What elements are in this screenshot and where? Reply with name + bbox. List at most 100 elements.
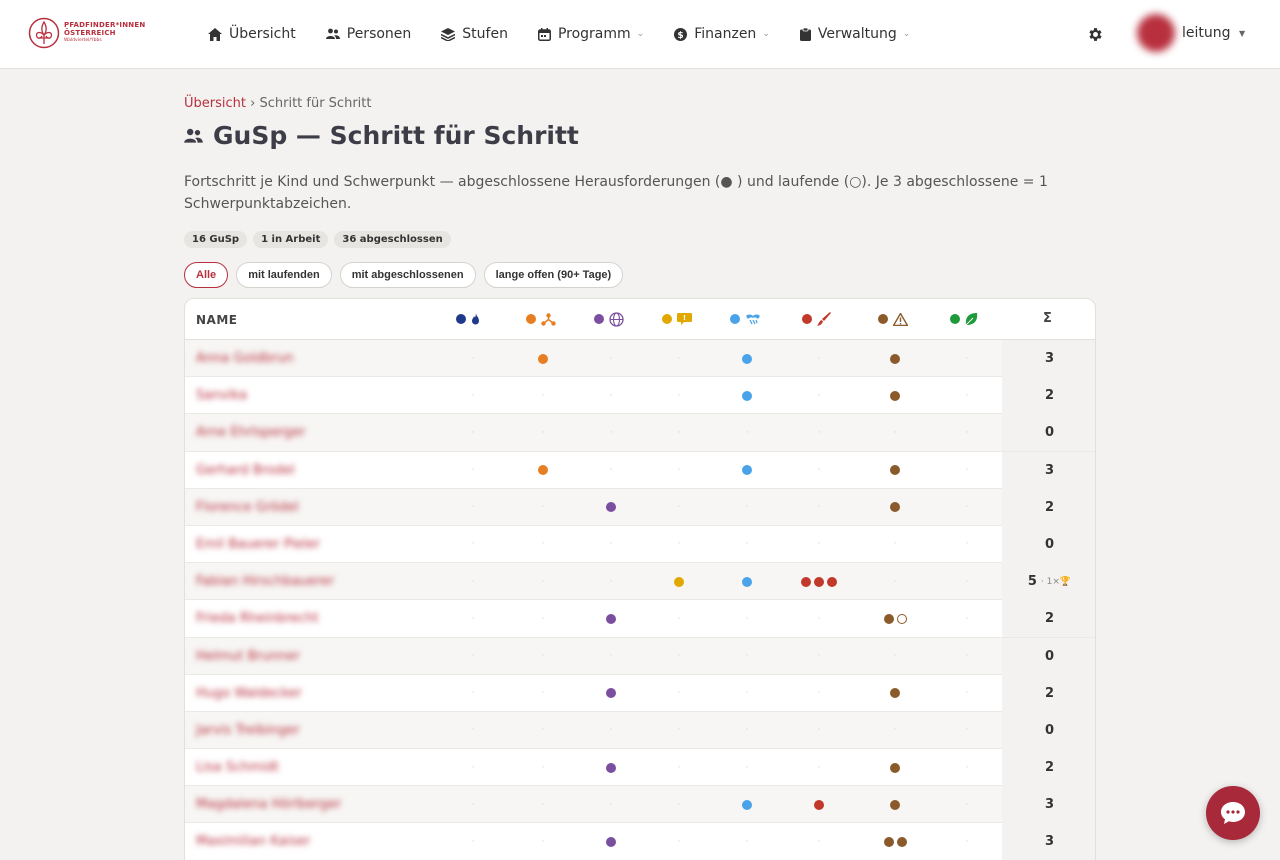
- person-name-link[interactable]: Helmut Brunner: [196, 649, 300, 664]
- progress-cell[interactable]: ·: [513, 749, 573, 786]
- progress-cell[interactable]: ·: [937, 749, 997, 786]
- column-header-name[interactable]: NAME: [196, 313, 237, 327]
- progress-cell[interactable]: ·: [865, 563, 925, 600]
- column-header-focus-5[interactable]: [730, 311, 761, 327]
- progress-cell[interactable]: [865, 340, 925, 377]
- progress-cell[interactable]: ·: [513, 414, 573, 451]
- progress-cell[interactable]: ·: [937, 786, 997, 823]
- progress-cell[interactable]: ·: [443, 526, 503, 563]
- person-name-link[interactable]: Lisa Schmidt: [196, 760, 279, 775]
- progress-cell[interactable]: ·: [865, 414, 925, 451]
- progress-cell[interactable]: [717, 563, 777, 600]
- progress-cell[interactable]: ·: [649, 712, 709, 749]
- brand-logo[interactable]: PFADFINDER*INNEN ÖSTERREICH Waldviertel/…: [28, 17, 145, 49]
- progress-cell[interactable]: ·: [443, 414, 503, 451]
- progress-cell[interactable]: ·: [649, 489, 709, 526]
- progress-cell[interactable]: ·: [581, 563, 641, 600]
- progress-cell[interactable]: [789, 563, 849, 600]
- progress-cell[interactable]: ·: [443, 675, 503, 712]
- column-header-focus-8[interactable]: [950, 311, 978, 327]
- progress-cell[interactable]: [865, 675, 925, 712]
- progress-cell[interactable]: [581, 749, 641, 786]
- table-row[interactable]: Florence Grödel · · · · · · 2: [185, 488, 1095, 526]
- progress-cell[interactable]: ·: [789, 414, 849, 451]
- gear-icon[interactable]: [1087, 26, 1104, 43]
- progress-cell[interactable]: [865, 452, 925, 489]
- avatar[interactable]: [1137, 14, 1175, 52]
- table-row[interactable]: Maximilian Kaiser · · · · · · 3: [185, 823, 1095, 860]
- progress-cell[interactable]: ·: [937, 414, 997, 451]
- column-header-focus-1[interactable]: [456, 311, 480, 327]
- column-header-focus-2[interactable]: [526, 311, 556, 327]
- person-name-link[interactable]: Magdalena Hörlberger: [196, 797, 341, 812]
- progress-cell[interactable]: [513, 340, 573, 377]
- progress-cell[interactable]: ·: [513, 638, 573, 675]
- table-row[interactable]: Arne Ehrlsperger · · · · · · · · 0: [185, 414, 1095, 452]
- progress-cell[interactable]: [717, 340, 777, 377]
- breadcrumb-parent-link[interactable]: Übersicht: [184, 96, 246, 111]
- progress-cell[interactable]: ·: [789, 600, 849, 637]
- progress-cell[interactable]: ·: [937, 823, 997, 860]
- progress-cell[interactable]: ·: [513, 675, 573, 712]
- column-header-focus-7[interactable]: [878, 311, 908, 327]
- progress-cell[interactable]: ·: [513, 712, 573, 749]
- table-row[interactable]: Sanvika · · · · · · 2: [185, 377, 1095, 415]
- progress-cell[interactable]: ·: [443, 749, 503, 786]
- progress-cell[interactable]: ·: [649, 600, 709, 637]
- progress-cell[interactable]: [865, 377, 925, 414]
- progress-cell[interactable]: ·: [789, 823, 849, 860]
- progress-cell[interactable]: ·: [865, 638, 925, 675]
- progress-cell[interactable]: ·: [513, 823, 573, 860]
- chat-button[interactable]: [1206, 786, 1260, 840]
- progress-cell[interactable]: ·: [717, 712, 777, 749]
- column-header-focus-4[interactable]: !: [662, 311, 692, 327]
- progress-cell[interactable]: ·: [581, 712, 641, 749]
- progress-cell[interactable]: ·: [789, 452, 849, 489]
- progress-cell[interactable]: ·: [937, 600, 997, 637]
- nav-item-stufen[interactable]: Stufen: [441, 26, 508, 42]
- progress-cell[interactable]: ·: [789, 749, 849, 786]
- progress-cell[interactable]: ·: [865, 712, 925, 749]
- progress-cell[interactable]: ·: [789, 340, 849, 377]
- person-name-link[interactable]: Hugo Waldecker: [196, 686, 302, 701]
- progress-cell[interactable]: ·: [513, 377, 573, 414]
- progress-cell[interactable]: ·: [789, 526, 849, 563]
- person-name-link[interactable]: Jarvis Treibinger: [196, 723, 300, 738]
- progress-cell[interactable]: ·: [717, 749, 777, 786]
- progress-cell[interactable]: [581, 823, 641, 860]
- table-row[interactable]: Gerhard Brodel · · · · · 3: [185, 451, 1095, 489]
- progress-cell[interactable]: ·: [443, 377, 503, 414]
- progress-cell[interactable]: ·: [937, 526, 997, 563]
- progress-cell[interactable]: ·: [717, 675, 777, 712]
- column-header-focus-6[interactable]: [802, 311, 831, 327]
- progress-cell[interactable]: ·: [937, 377, 997, 414]
- table-row[interactable]: Magdalena Hörlberger · · · · · 3: [185, 786, 1095, 824]
- table-row[interactable]: Frieda Rheinbrecht · · · · · · 2: [185, 600, 1095, 638]
- progress-cell[interactable]: ·: [581, 377, 641, 414]
- progress-cell[interactable]: ·: [443, 786, 503, 823]
- progress-cell[interactable]: [865, 489, 925, 526]
- progress-cell[interactable]: ·: [443, 563, 503, 600]
- progress-cell[interactable]: [865, 749, 925, 786]
- progress-cell[interactable]: ·: [789, 675, 849, 712]
- progress-cell[interactable]: ·: [649, 526, 709, 563]
- progress-cell[interactable]: ·: [581, 414, 641, 451]
- progress-cell[interactable]: [865, 600, 925, 637]
- progress-cell[interactable]: ·: [649, 749, 709, 786]
- progress-cell[interactable]: ·: [581, 526, 641, 563]
- progress-cell[interactable]: ·: [649, 638, 709, 675]
- table-row[interactable]: Fabian Hirschbauerer · · · · · 5 · 1×🏆: [185, 563, 1095, 601]
- table-row[interactable]: Anna Goldbrun · · · · · 3: [185, 340, 1095, 378]
- progress-cell[interactable]: ·: [937, 563, 997, 600]
- progress-cell[interactable]: ·: [937, 638, 997, 675]
- progress-cell[interactable]: ·: [443, 340, 503, 377]
- progress-cell[interactable]: [865, 786, 925, 823]
- progress-cell[interactable]: ·: [649, 452, 709, 489]
- progress-cell[interactable]: ·: [649, 823, 709, 860]
- progress-cell[interactable]: [717, 452, 777, 489]
- progress-cell[interactable]: [581, 489, 641, 526]
- progress-cell[interactable]: [717, 786, 777, 823]
- progress-cell[interactable]: ·: [581, 340, 641, 377]
- table-row[interactable]: Lisa Schmidt · · · · · · 2: [185, 749, 1095, 787]
- nav-item-verwaltung[interactable]: Verwaltung ⌄: [799, 26, 910, 42]
